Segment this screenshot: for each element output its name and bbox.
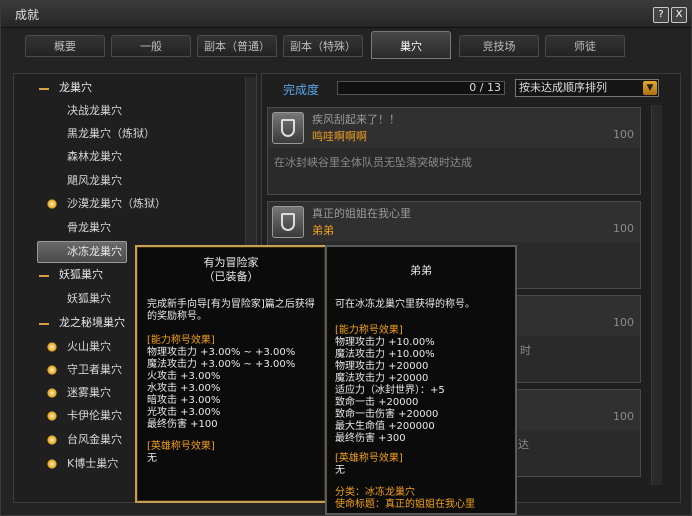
- sort-dropdown[interactable]: 按未达成顺序排列 ▼: [515, 79, 659, 97]
- list-item[interactable]: 迷雾巢穴: [67, 382, 111, 404]
- tooltip-effects-header: [能力称号效果]: [147, 335, 215, 346]
- list-item[interactable]: 黑龙巢穴（炼狱）: [67, 123, 155, 145]
- list-item[interactable]: 卡伊伦巢穴: [67, 405, 122, 427]
- list-item[interactable]: K博士巢穴: [67, 453, 118, 475]
- tooltip-hero-header: [英雄称号效果]: [147, 441, 215, 452]
- achievement-scrollbar[interactable]: [651, 105, 662, 485]
- tooltip-desc: 的奖励称号。: [147, 311, 207, 322]
- list-item[interactable]: 森林龙巢穴: [67, 146, 122, 168]
- sun-icon: [47, 342, 57, 352]
- tooltip-effect: 物理攻击力 +3.00% ~ +3.00%: [147, 347, 296, 358]
- list-category[interactable]: 龙之秘境巢穴: [59, 312, 125, 334]
- window-title: 成就: [15, 8, 40, 22]
- help-button[interactable]: ?: [653, 7, 669, 23]
- tab-bar: 概要 一般 副本（普通） 副本（特殊） 巢穴 竞技场 师徒: [15, 31, 679, 61]
- tooltip-effect: 致命一击伤害 +20000: [335, 409, 439, 420]
- tab-overview[interactable]: 概要: [25, 35, 105, 57]
- tooltip-effects-header: [能力称号效果]: [335, 325, 403, 336]
- trophy-icon: [272, 112, 304, 144]
- achievement-card[interactable]: 疾风刮起来了！！ 鸣哇啊啊啊 100 在冰封峡谷里全体队员无坠落突破时达成: [267, 107, 641, 195]
- list-category[interactable]: 龙巢穴: [59, 77, 92, 99]
- tooltip-subtitle: （已装备）: [203, 270, 259, 283]
- trophy-icon: [272, 206, 304, 238]
- achievement-reward: 鸣哇啊啊啊: [312, 130, 367, 143]
- tooltip-category: 分类：冰冻龙巢穴: [335, 487, 415, 498]
- tooltip-desc: 可在冰冻龙巢穴里获得的称号。: [335, 299, 475, 310]
- tooltip-hero-value: 无: [335, 465, 345, 476]
- sun-icon: [47, 435, 57, 445]
- collapse-icon[interactable]: [39, 323, 49, 325]
- tooltip-hero-header: [英雄称号效果]: [335, 453, 403, 464]
- list-category[interactable]: 妖狐巢穴: [59, 264, 103, 286]
- tab-arena[interactable]: 竞技场: [459, 35, 539, 57]
- list-item-selected[interactable]: 冰冻龙巢穴: [67, 241, 122, 263]
- tab-dungeon-normal[interactable]: 副本（普通）: [197, 35, 277, 57]
- achievement-score: 100: [613, 128, 634, 141]
- sun-icon: [47, 388, 57, 398]
- tooltip-effect: 物理攻击力 +20000: [335, 361, 429, 372]
- tooltip-effect: 最大生命值 +200000: [335, 421, 435, 432]
- tooltip-hero-value: 无: [147, 453, 157, 464]
- tooltip-effect: 暗攻击 +3.00%: [147, 395, 221, 406]
- collapse-icon[interactable]: [39, 275, 49, 277]
- tab-dungeon-special[interactable]: 副本（特殊）: [283, 35, 363, 57]
- tooltip-effect: 最终伤害 +300: [335, 433, 406, 444]
- tooltip-effect: 物理攻击力 +10.00%: [335, 337, 435, 348]
- tooltip-effect: 致命一击 +20000: [335, 397, 419, 408]
- close-button[interactable]: X: [671, 7, 687, 23]
- tab-mentor[interactable]: 师徒: [545, 35, 625, 57]
- achievement-desc: 达: [518, 438, 529, 451]
- achievement-title: 真正的姐姐在我心里: [312, 207, 411, 220]
- tooltip-effect: 魔法攻击力 +20000: [335, 373, 429, 384]
- tooltip-effect: 光攻击 +3.00%: [147, 407, 221, 418]
- list-item[interactable]: 台风金巢穴: [67, 429, 122, 451]
- list-item[interactable]: 飓风龙巢穴: [67, 170, 122, 192]
- tooltip-title: 弟弟: [410, 264, 432, 277]
- achievement-desc: 时: [520, 344, 531, 357]
- tooltip-effect: 最终伤害 +100: [147, 419, 218, 430]
- achievement-score: 100: [613, 316, 634, 329]
- sun-icon: [47, 459, 57, 469]
- list-item[interactable]: 沙漠龙巢穴（炼狱）: [67, 193, 166, 215]
- list-item[interactable]: 火山巢穴: [67, 336, 111, 358]
- sort-selected: 按未达成顺序排列: [519, 81, 607, 94]
- tooltip-title: 有为冒险家: [203, 256, 259, 269]
- tooltip-effect: 水攻击 +3.00%: [147, 383, 221, 394]
- title-tooltip-hover: 弟弟 可在冰冻龙巢穴里获得的称号。 [能力称号效果] 物理攻击力 +10.00%…: [325, 245, 517, 515]
- sun-icon: [47, 411, 57, 421]
- collapse-icon[interactable]: [39, 88, 49, 90]
- chevron-down-icon[interactable]: ▼: [643, 81, 657, 95]
- tooltip-effect: 魔法攻击力 +10.00%: [335, 349, 435, 360]
- tab-general[interactable]: 一般: [111, 35, 191, 57]
- progress-value: 0 / 13: [469, 81, 501, 94]
- progress-label: 完成度: [283, 83, 320, 97]
- tooltip-effect: 火攻击 +3.00%: [147, 371, 221, 382]
- tooltip-mission: 使命标题：真正的姐姐在我心里: [335, 499, 475, 510]
- list-item[interactable]: 守卫者巢穴: [67, 359, 122, 381]
- list-item[interactable]: 骨龙巢穴: [67, 217, 111, 239]
- tab-nest[interactable]: 巢穴: [371, 31, 451, 59]
- sun-icon: [47, 199, 57, 209]
- achievement-reward: 弟弟: [312, 224, 334, 237]
- list-item[interactable]: 决战龙巢穴: [67, 100, 122, 122]
- sun-icon: [47, 365, 57, 375]
- achievement-score: 100: [613, 410, 634, 423]
- title-tooltip-equipped: 有为冒险家 （已装备） 完成新手向导[有为冒险家]篇之后获得 的奖励称号。 [能…: [135, 245, 327, 503]
- tooltip-effect: 魔法攻击力 +3.00% ~ +3.00%: [147, 359, 296, 370]
- achievement-desc: 在冰封峡谷里全体队员无坠落突破时达成: [274, 156, 472, 169]
- tooltip-desc: 完成新手向导[有为冒险家]篇之后获得: [147, 299, 315, 310]
- achievement-score: 100: [613, 222, 634, 235]
- list-item[interactable]: 妖狐巢穴: [67, 288, 111, 310]
- achievement-title: 疾风刮起来了！！: [312, 113, 400, 126]
- title-bar[interactable]: 成就 ? X: [1, 1, 691, 28]
- tooltip-effect: 适应力（冰封世界）：+5: [335, 385, 445, 396]
- achievements-window: 成就 ? X 概要 一般 副本（普通） 副本（特殊） 巢穴 竞技场 师徒 龙巢穴…: [0, 0, 692, 516]
